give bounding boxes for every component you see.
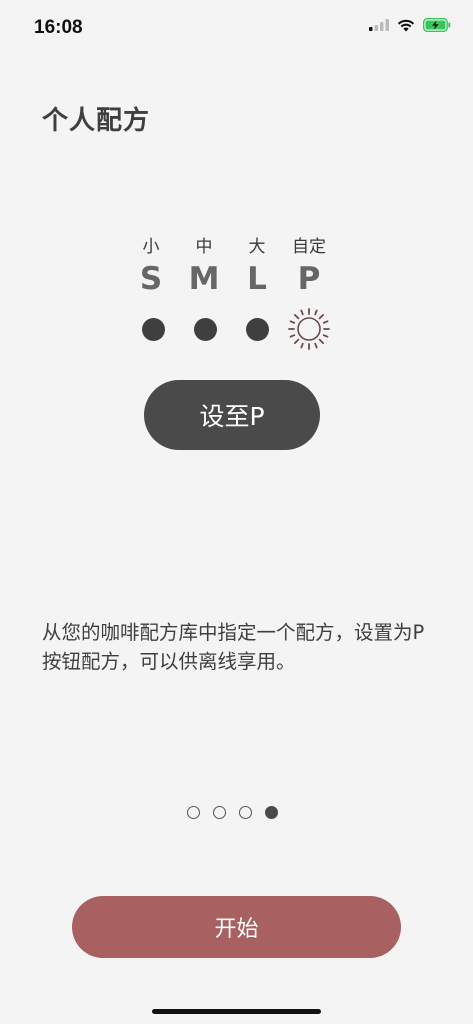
status-time: 16:08 [34,17,83,38]
size-small-label: 小 [142,237,160,257]
page-dot-2[interactable] [213,806,226,819]
page-title: 个人配方 [42,106,151,136]
description-text: 从您的咖啡配方库中指定一个配方，设置为P按钮配方，可以供离线享用。 [42,621,425,673]
start-button[interactable]: 开始 [72,896,401,958]
page-indicator [187,806,278,819]
size-medium-letter: M [188,261,220,297]
home-indicator[interactable] [152,1009,321,1014]
page-dot-3[interactable] [239,806,252,819]
size-medium-dot [194,318,217,341]
wifi-icon [397,19,415,32]
size-custom-letter: P [297,261,321,297]
size-medium-label: 中 [195,237,213,257]
size-large-letter: L [247,261,267,297]
size-small-dot [142,318,165,341]
onboarding-screen: 16:08 个人配方 小 S 中 M 大 L 自定 P 设至P 从您的咖啡配方库… [0,0,473,1024]
status-bar: 16:08 [0,0,473,56]
size-large: 大 L [227,236,287,296]
battery-charging-icon [423,18,451,32]
size-large-dot [246,318,269,341]
set-to-p-button[interactable]: 设至P [144,380,320,450]
size-small-letter: S [139,261,163,297]
size-small: 小 S [121,236,181,296]
size-custom: 自定 P [279,236,339,296]
sun-icon [288,308,330,350]
page-dot-1[interactable] [187,806,200,819]
size-large-label: 大 [248,237,266,257]
status-icons [369,18,451,32]
cellular-signal-icon [369,19,389,31]
size-medium: 中 M [174,236,234,296]
page-dot-4-active[interactable] [265,806,278,819]
size-custom-label: 自定 [292,237,326,257]
